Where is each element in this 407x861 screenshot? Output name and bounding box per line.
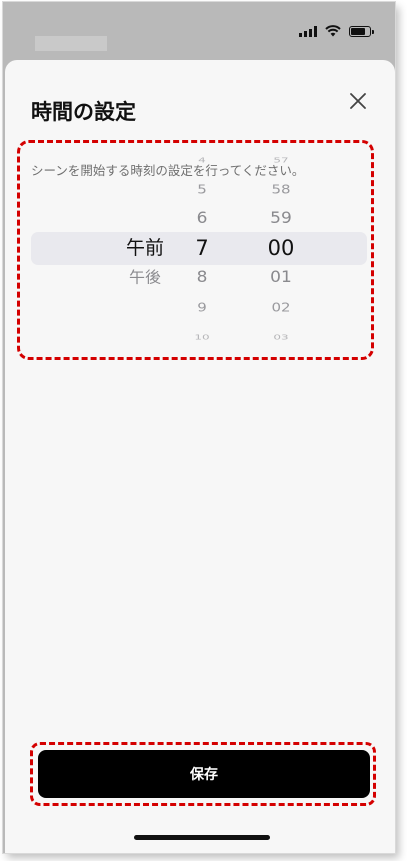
hour-option[interactable]: 7 <box>177 237 227 259</box>
ampm-option[interactable]: 午前 <box>115 237 175 259</box>
ampm-option[interactable]: 午後 <box>115 269 175 285</box>
minute-option[interactable]: 57 <box>251 156 311 163</box>
wifi-icon <box>325 25 341 37</box>
ampm-wheel[interactable]: 午前 午後 <box>115 150 175 350</box>
status-bar-time-placeholder <box>35 36 107 51</box>
save-button[interactable]: 保存 <box>38 750 370 798</box>
home-indicator <box>134 835 270 840</box>
sheet-title: 時間の設定 <box>31 100 136 124</box>
minute-option[interactable]: 58 <box>251 182 311 196</box>
hour-option[interactable]: 5 <box>177 182 227 196</box>
battery-icon <box>349 25 374 37</box>
minute-option[interactable]: 02 <box>251 300 311 314</box>
time-picker[interactable]: 午前 午後 4 5 6 7 8 9 10 57 58 59 00 01 02 03 <box>27 150 369 350</box>
cellular-signal-icon <box>299 25 317 37</box>
phone-screen: 時間の設定 シーンを開始する時刻の設定を行ってください。 午前 午後 456789… <box>3 2 395 853</box>
minute-option[interactable]: 01 <box>251 269 311 285</box>
hour-option[interactable]: 6 <box>177 210 227 226</box>
minute-option[interactable]: 00 <box>251 237 311 259</box>
minute-wheel[interactable]: 57 58 59 00 01 02 03 <box>251 150 311 350</box>
status-bar-icons <box>299 22 374 40</box>
minute-option[interactable]: 59 <box>251 210 311 226</box>
close-icon <box>350 93 366 109</box>
close-button[interactable] <box>345 88 371 114</box>
hour-wheel[interactable]: 4 5 6 7 8 9 10 <box>177 150 227 350</box>
minute-option[interactable]: 03 <box>251 333 311 340</box>
hour-option[interactable]: 9 <box>177 300 227 314</box>
hour-option[interactable]: 10 <box>177 333 227 340</box>
hour-option[interactable]: 8 <box>177 269 227 285</box>
hour-option[interactable]: 4 <box>177 156 227 163</box>
